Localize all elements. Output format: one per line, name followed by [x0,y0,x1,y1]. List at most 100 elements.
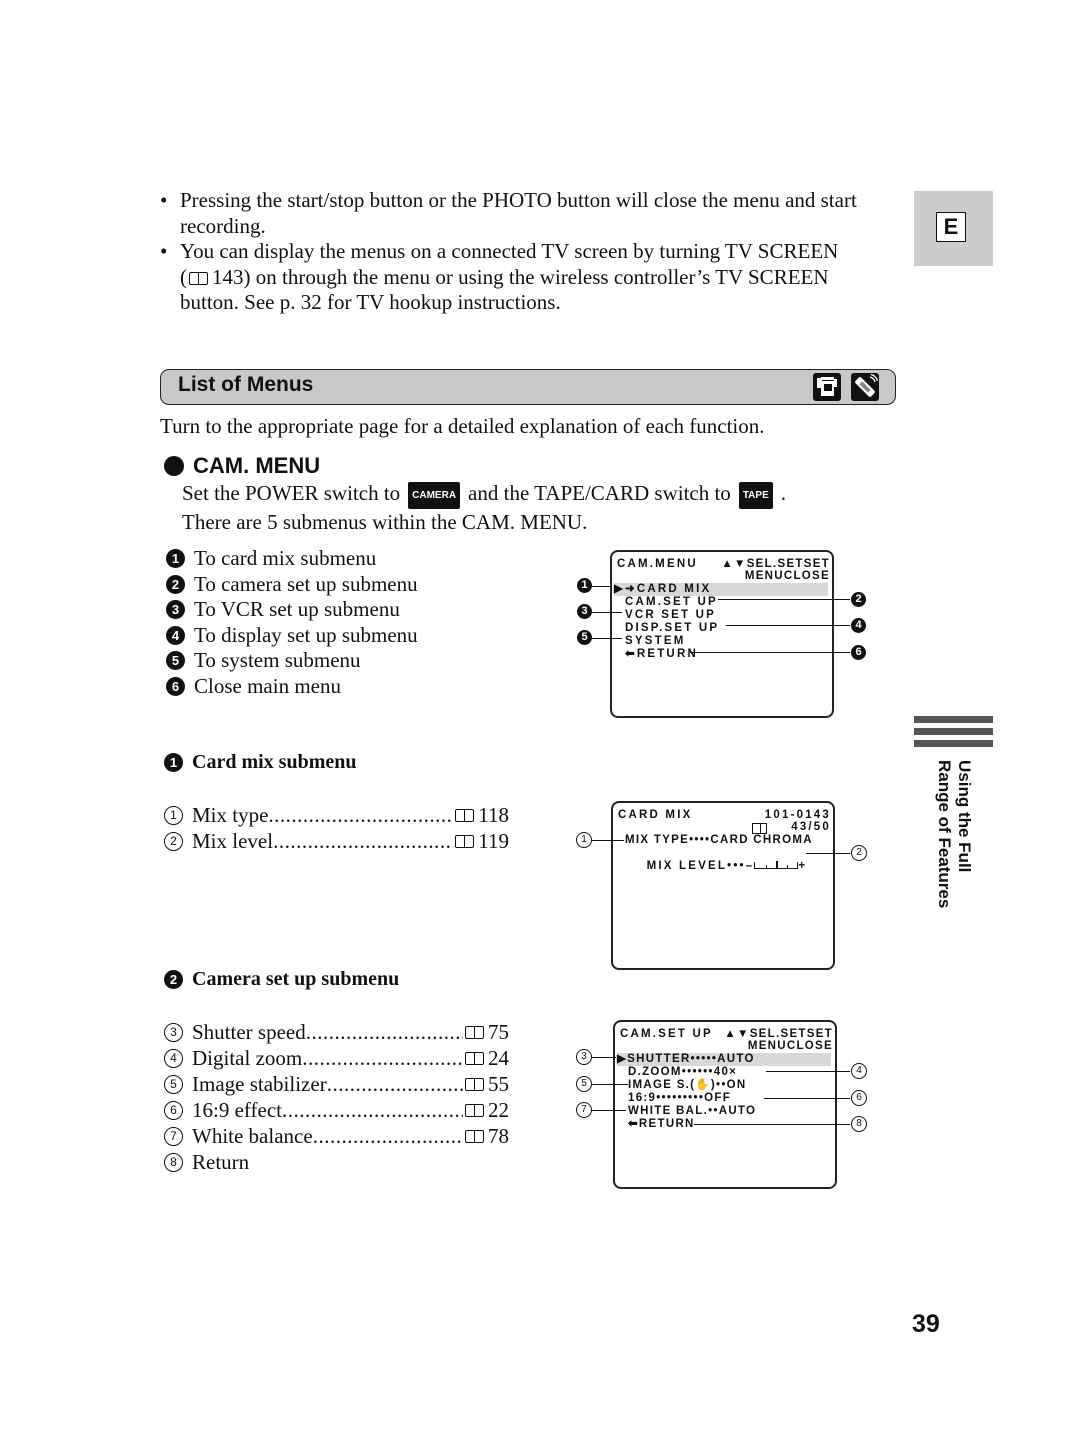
camcorder-icon [813,373,841,401]
callout-line [766,1071,850,1073]
item-label: To system submenu [194,648,361,672]
osd-menu-close: MENUCLOSE [747,1040,833,1052]
osd-line-shutter: ▶SHUTTER•••••AUTO [617,1053,831,1066]
reference-row: 3 Shutter speed 75 [164,1020,509,1046]
language-label: E [936,212,966,242]
note-item: Pressing the start/stop button or the PH… [160,188,890,239]
reference-label: White balance [192,1123,313,1148]
osd-line-vcr-set-up: VCR SET UP [625,609,717,621]
slider-tick [765,865,767,868]
number-marker: 5 [164,1075,183,1094]
number-marker: 6 [164,1101,183,1120]
cam-menu-heading: CAM. MENU [164,453,320,479]
camera-mode-badge: CAMERA [408,481,461,509]
tape-mode-badge: TAPE [738,481,773,509]
osd-line-d-zoom: D.ZOOM••••••40× [628,1066,738,1078]
callout-marker: 5 [576,1076,592,1092]
osd-line-image-stabilizer: IMAGE S.(✋)••ON [628,1079,747,1091]
section-title: List of Menus [178,373,314,396]
callout-marker: 7 [576,1102,592,1118]
number-marker: 5 [166,651,185,671]
callout-marker: 1 [576,832,592,848]
number-marker: 1 [166,549,185,569]
callout-line [592,840,624,842]
page-reference: 24 [488,1045,509,1070]
osd-line-16-9: 16:9•••••••••OFF [628,1092,732,1104]
callout-line [592,1084,628,1086]
slider-indicator [776,861,778,868]
callout-marker: 4 [851,618,866,633]
dot-leader [302,1046,463,1072]
callout-line [806,853,850,855]
number-marker: 2 [164,832,183,851]
list-item: 3 To VCR set up submenu [166,597,418,623]
page-reference: 55 [488,1071,509,1096]
page-reference: 78 [488,1123,509,1148]
reference-label: Mix type [192,802,269,827]
instruction-text: and the TAPE/CARD switch to [468,481,731,505]
callout-marker: 8 [851,1116,867,1132]
page-reference: 119 [478,828,509,853]
osd-image-count: 43/50 [791,821,831,833]
camera-setup-section: 2 Camera set up submenu 3 Shutter speed … [164,967,509,1176]
instruction-text: . [780,481,786,505]
callout-line [592,638,622,640]
callout-marker: 5 [577,630,592,645]
note-text: You can display the menus on a connected… [180,239,839,263]
callout-line [592,1057,616,1059]
book-icon [455,808,475,823]
dot-leader [268,803,453,829]
wireless-controller-icon [851,373,879,401]
number-marker: 7 [164,1127,183,1146]
number-marker: 4 [166,625,185,645]
reference-row: 6 16:9 effect 22 [164,1098,509,1124]
page-reference: 118 [478,802,509,827]
reference-label: Image stabilizer [192,1071,327,1096]
osd-line-disp-set-up: DISP.SET UP [625,622,720,634]
list-item: 5 To system submenu [166,648,418,674]
callout-marker: 2 [851,592,866,607]
list-item: 4 To display set up submenu [166,623,418,649]
osd-line-cam-set-up: CAM.SET UP [625,596,718,608]
book-icon [465,1077,485,1092]
book-icon [455,834,475,849]
callout-line [726,625,850,627]
item-label: To VCR set up submenu [194,597,400,621]
note-item: You can display the menus on a connected… [160,239,890,316]
slider-tick [786,865,788,868]
item-label: Close main menu [194,673,341,698]
number-marker: 1 [164,753,183,773]
dot-leader [273,829,453,855]
callout-marker: 6 [851,1090,867,1106]
card-mix-heading: 1 Card mix submenu [164,750,509,776]
note-text: 143) on through the menu or using the wi… [212,264,829,289]
card-mix-title: Card mix submenu [192,751,357,773]
callout-marker: 1 [577,578,592,593]
book-icon [465,1025,485,1040]
mix-level-label: MIX LEVEL•••– [646,860,755,872]
callout-line [694,1124,850,1126]
osd-line-system: SYSTEM [625,635,686,647]
callout-line [690,652,850,654]
chapter-title-line2: Range of Features [935,760,954,909]
dot-leader [327,1072,463,1098]
callout-line [592,1110,626,1112]
mix-level-plus: + [798,860,808,872]
osd-line-mix-type: MIX TYPE••••CARD CHROMA [625,834,813,846]
chapter-tab-label: Using the Full Range of Features [916,760,976,940]
language-tab: E [914,191,993,266]
number-marker: 6 [166,676,185,696]
callout-marker: 4 [851,1063,867,1079]
osd-line-return: ⬅RETURN [628,1118,695,1130]
camera-setup-heading: 2 Camera set up submenu [164,967,509,993]
reference-row: 1 Mix type 118 [164,803,509,829]
callout-marker: 3 [576,1049,592,1065]
callout-line [718,599,850,601]
book-icon [465,1103,485,1118]
number-marker: 2 [166,574,185,594]
page-number: 39 [912,1310,940,1338]
cam-menu-items: 1 To card mix submenu 2 To camera set up s… [166,546,418,699]
osd-title: CARD MIX [618,809,693,821]
reference-label: Return [192,1149,250,1174]
reference-row: 7 White balance 78 [164,1124,509,1150]
